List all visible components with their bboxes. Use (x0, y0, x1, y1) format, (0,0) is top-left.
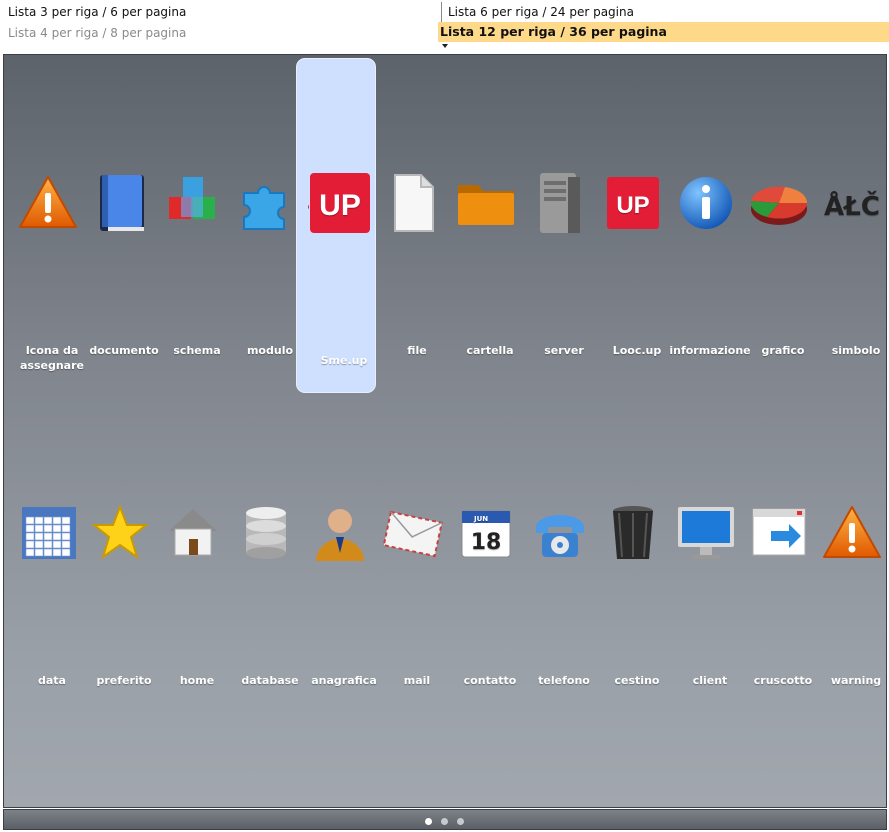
svg-text:UP: UP (319, 189, 361, 222)
pager-dot-3[interactable] (457, 818, 464, 825)
option-12-per-row[interactable]: Lista 12 per riga / 36 per pagina (438, 22, 889, 42)
pager-dot-1[interactable] (425, 818, 432, 825)
dropdown-caret-icon (442, 44, 448, 48)
pager-dot-2[interactable] (441, 818, 448, 825)
pager-bar (3, 809, 887, 830)
option-6-per-row[interactable]: Lista 6 per riga / 24 per pagina (441, 2, 889, 23)
grid-item-label: warning (830, 674, 882, 687)
svg-text:JUN: JUN (473, 515, 488, 523)
option-4-per-row[interactable]: Lista 4 per riga / 8 per pagina (0, 23, 438, 43)
grid-item-label: simbolo (831, 344, 881, 357)
option-3-per-row[interactable]: Lista 3 per riga / 6 per pagina (0, 2, 440, 22)
svg-text:ÅŁČ: ÅŁČ (824, 190, 880, 222)
icon-grid-panel: Icona da assegnare documento schema modul… (3, 54, 887, 808)
view-options: Lista 3 per riga / 6 per pagina Lista 4 … (0, 0, 889, 48)
svg-text:18: 18 (471, 530, 502, 555)
svg-text:UP: UP (616, 192, 649, 219)
